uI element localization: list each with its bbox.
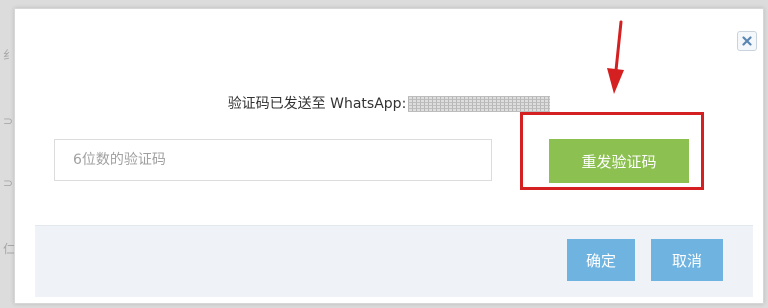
verification-dialog: 验证码已发送至 WhatsApp: 重发验证码 确定 取消 [14,8,764,304]
verification-code-input[interactable] [54,139,492,181]
close-button[interactable] [737,31,757,51]
masked-phone-number [408,96,551,112]
arrow-icon [607,20,624,94]
sent-message-text: 验证码已发送至 WhatsApp: [227,96,407,112]
cancel-button[interactable]: 取消 [651,239,723,281]
resend-code-button[interactable]: 重发验证码 [549,139,689,183]
confirm-button[interactable]: 确定 [567,239,635,281]
background-text: ⊃ [3,176,14,190]
background-text: ⊃ [3,114,14,128]
close-icon [742,36,752,46]
sent-message: 验证码已发送至 WhatsApp: [15,93,763,113]
dialog-footer [35,225,753,297]
